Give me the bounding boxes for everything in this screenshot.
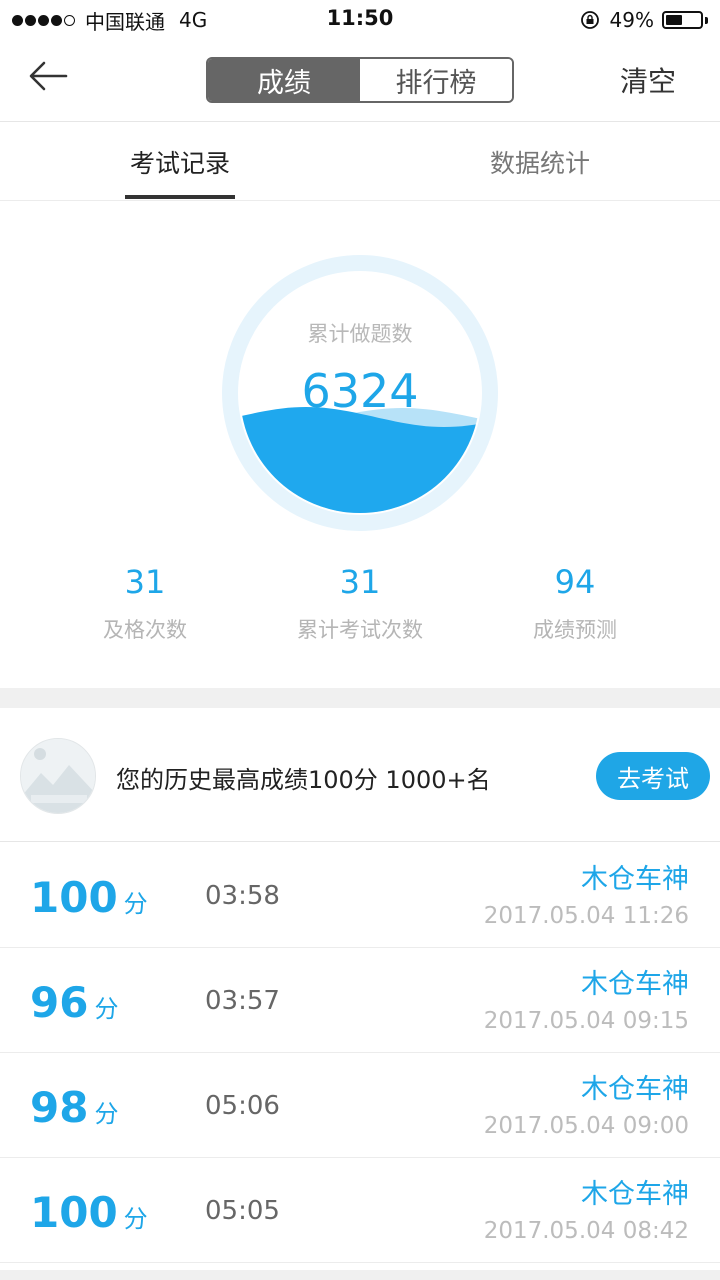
nav-bar: 成绩 排行榜 清空 bbox=[0, 40, 720, 122]
stat-label: 成绩预测 bbox=[533, 618, 617, 642]
record-date: 2017.05.04 09:00 bbox=[483, 1113, 689, 1139]
record-score-value: 100 bbox=[30, 1188, 118, 1237]
record-date: 2017.05.04 08:42 bbox=[483, 1218, 689, 1244]
status-right: 49% bbox=[580, 6, 708, 34]
segmented-control: 成绩 排行榜 bbox=[206, 57, 514, 103]
record-duration: 05:05 bbox=[205, 1196, 280, 1226]
record-duration: 03:58 bbox=[205, 881, 280, 911]
arrow-left-icon bbox=[29, 61, 68, 91]
stat-value: 94 bbox=[554, 563, 596, 601]
stat-value: 31 bbox=[339, 563, 381, 601]
record-score: 96 分 bbox=[30, 978, 118, 1027]
stat-label: 及格次数 bbox=[103, 618, 187, 642]
battery-percent: 49% bbox=[609, 8, 654, 32]
tab-active-indicator bbox=[125, 195, 235, 199]
record-row[interactable]: 96 分 03:57 木仓车神 2017.05.04 09:15 bbox=[0, 948, 720, 1053]
record-score-value: 96 bbox=[30, 978, 89, 1027]
record-score-unit: 分 bbox=[123, 890, 148, 918]
record-user-name: 木仓车神 bbox=[581, 1179, 689, 1210]
record-score: 100 分 bbox=[30, 1188, 148, 1237]
record-user-name: 木仓车神 bbox=[581, 969, 689, 1000]
record-score-unit: 分 bbox=[94, 995, 119, 1023]
record-row[interactable]: 100 分 03:58 木仓车神 2017.05.04 11:26 bbox=[0, 843, 720, 948]
avatar bbox=[20, 738, 96, 814]
status-bar: 中国联通 4G 11:50 49% bbox=[0, 0, 720, 40]
rotation-lock-icon bbox=[580, 11, 599, 29]
record-row[interactable]: 100 分 05:05 木仓车神 2017.05.04 08:42 bbox=[0, 1158, 720, 1263]
go-exam-button[interactable]: 去考试 bbox=[596, 752, 710, 800]
stat-score-prediction: 94 成绩预测 bbox=[455, 560, 695, 644]
mountain-image-icon bbox=[21, 739, 95, 813]
screen: 中国联通 4G 11:50 49% 成绩 排行榜 清空 考试记录 数据统计 累计… bbox=[0, 0, 720, 1280]
gauge-value: 6324 bbox=[301, 364, 419, 418]
record-score: 98 分 bbox=[30, 1083, 118, 1132]
record-duration: 05:06 bbox=[205, 1091, 280, 1121]
gauge-label: 累计做题数 bbox=[307, 322, 413, 346]
stat-pass-count: 31 及格次数 bbox=[25, 560, 265, 644]
clear-button[interactable]: 清空 bbox=[620, 60, 676, 100]
stat-exam-count: 31 累计考试次数 bbox=[240, 560, 480, 644]
stat-label: 累计考试次数 bbox=[297, 618, 423, 642]
exam-record-list: 100 分 03:58 木仓车神 2017.05.04 11:26 96 分 0… bbox=[0, 843, 720, 1263]
best-score-row: 您的历史最高成绩100分 1000+名 去考试 bbox=[0, 708, 720, 842]
record-row[interactable]: 98 分 05:06 木仓车神 2017.05.04 09:00 bbox=[0, 1053, 720, 1158]
record-date: 2017.05.04 11:26 bbox=[483, 903, 689, 929]
back-button[interactable] bbox=[26, 56, 76, 100]
tab-bar: 考试记录 数据统计 bbox=[0, 123, 720, 201]
segment-ranking[interactable]: 排行榜 bbox=[360, 59, 512, 101]
battery-icon bbox=[662, 9, 708, 31]
record-user-name: 木仓车神 bbox=[581, 1074, 689, 1105]
bottom-divider bbox=[0, 1270, 720, 1280]
record-score-value: 100 bbox=[30, 873, 118, 922]
record-date: 2017.05.04 09:15 bbox=[483, 1008, 689, 1034]
tab-exam-records[interactable]: 考试记录 bbox=[0, 123, 360, 201]
record-user-name: 木仓车神 bbox=[581, 864, 689, 895]
best-score-text: 您的历史最高成绩100分 1000+名 bbox=[116, 766, 491, 794]
stat-value: 31 bbox=[124, 563, 166, 601]
record-score: 100 分 bbox=[30, 873, 148, 922]
segment-score[interactable]: 成绩 bbox=[208, 59, 360, 101]
record-score-value: 98 bbox=[30, 1083, 89, 1132]
record-duration: 03:57 bbox=[205, 986, 280, 1016]
tab-data-statistics[interactable]: 数据统计 bbox=[360, 123, 720, 201]
record-score-unit: 分 bbox=[94, 1100, 119, 1128]
section-divider bbox=[0, 688, 720, 708]
record-score-unit: 分 bbox=[123, 1205, 148, 1233]
